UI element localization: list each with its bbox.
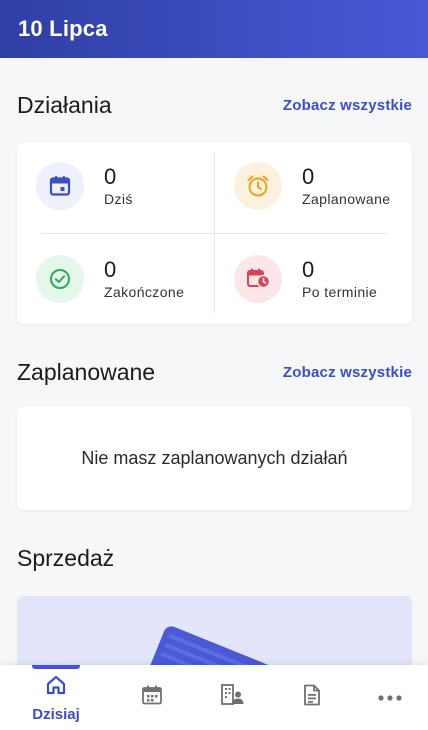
divider xyxy=(41,233,388,234)
sales-banner[interactable] xyxy=(17,596,412,676)
nav-item-documents[interactable] xyxy=(272,665,352,730)
stat-today-value: 0 xyxy=(104,164,117,189)
nav-item-calendar[interactable] xyxy=(112,665,192,730)
check-circle-icon xyxy=(36,255,84,303)
scheduled-title: Zaplanowane xyxy=(17,359,156,385)
sales-illustration xyxy=(135,626,276,676)
stat-today-label: Dziś xyxy=(104,191,133,207)
activities-title: Działania xyxy=(17,92,112,118)
sales-title: Sprzedaż xyxy=(17,545,115,571)
active-indicator xyxy=(32,665,80,669)
bottom-navigation: Dzisiaj xyxy=(0,665,428,730)
stat-scheduled[interactable]: 0 Zaplanowane xyxy=(234,162,390,210)
stat-completed-value: 0 xyxy=(104,257,117,282)
document-icon xyxy=(300,683,324,712)
stat-completed[interactable]: 0 Zakończone xyxy=(36,255,184,303)
page-title: 10 Lipca xyxy=(18,16,108,41)
calendar-icon xyxy=(36,162,84,210)
contacts-icon xyxy=(219,682,245,713)
activities-header: Działania Zobacz wszystkie xyxy=(17,92,412,119)
nav-item-contacts[interactable] xyxy=(192,665,272,730)
nav-item-today[interactable]: Dzisiaj xyxy=(16,665,96,730)
scheduled-see-all-link[interactable]: Zobacz wszystkie xyxy=(283,364,412,381)
activities-see-all-link[interactable]: Zobacz wszystkie xyxy=(283,97,412,114)
scheduled-header: Zaplanowane Zobacz wszystkie xyxy=(17,359,412,386)
overdue-calendar-icon xyxy=(234,255,282,303)
stat-overdue-label: Po terminie xyxy=(302,284,378,300)
more-icon xyxy=(377,689,403,707)
stat-overdue[interactable]: 0 Po terminie xyxy=(234,255,377,303)
empty-state-message: Nie masz zaplanowanych działań xyxy=(81,448,348,468)
stat-scheduled-label: Zaplanowane xyxy=(302,191,391,207)
stat-overdue-value: 0 xyxy=(302,257,315,282)
nav-item-more[interactable] xyxy=(352,665,428,730)
app-bar: 10 Lipca xyxy=(0,0,428,58)
activities-stats-card: 0 Dziś 0 Zaplanowane 0 Zakończone 0 Po t… xyxy=(17,143,412,324)
calendar-icon xyxy=(140,683,164,712)
scheduled-empty-card: Nie masz zaplanowanych działań xyxy=(17,407,412,510)
stat-scheduled-value: 0 xyxy=(302,164,315,189)
home-icon xyxy=(44,673,68,702)
stat-completed-label: Zakończone xyxy=(104,284,185,300)
nav-item-today-label: Dzisiaj xyxy=(32,705,80,723)
stat-today[interactable]: 0 Dziś xyxy=(36,162,133,210)
alarm-clock-icon xyxy=(234,162,282,210)
